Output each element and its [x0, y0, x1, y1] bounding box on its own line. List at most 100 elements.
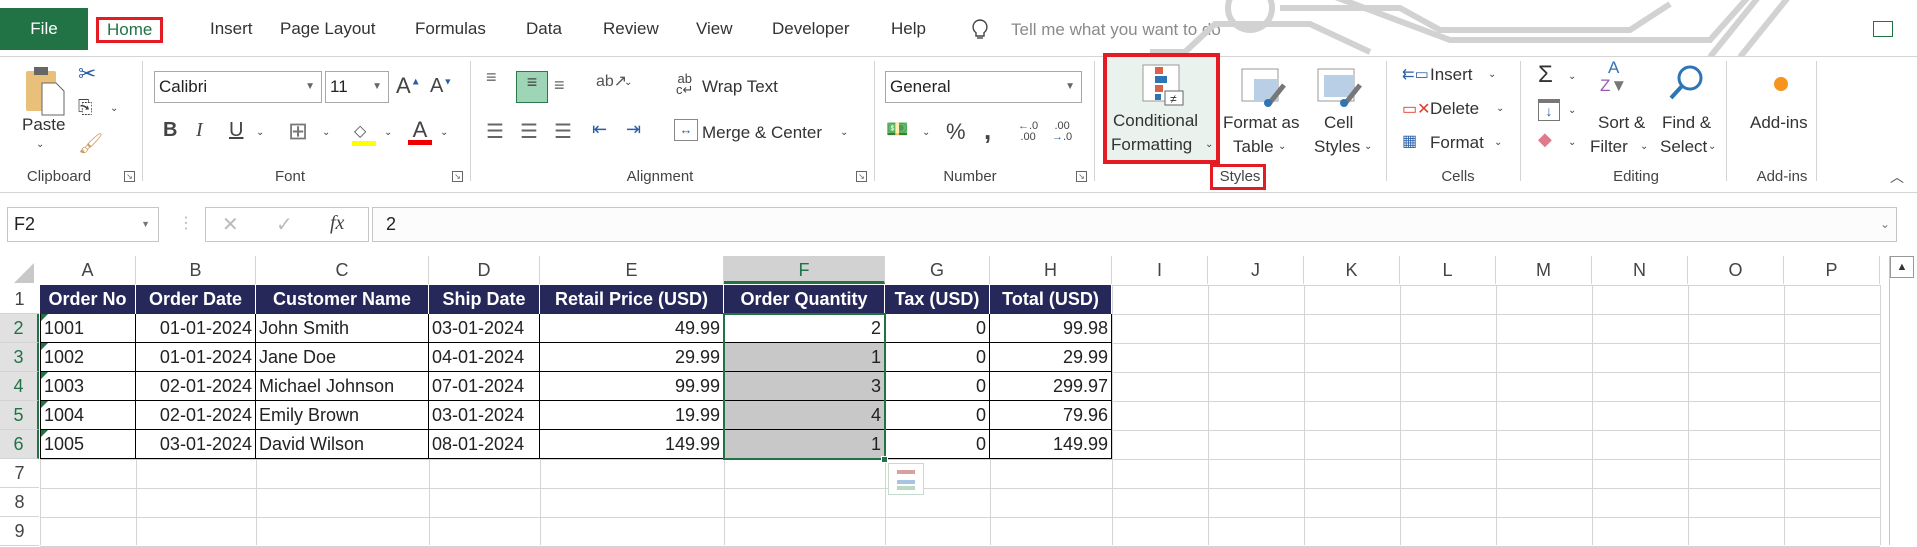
align-right-icon[interactable]: ☰ [554, 119, 572, 144]
table-cell[interactable]: 04-01-2024 [429, 343, 540, 372]
table-cell[interactable]: 01-01-2024 [136, 343, 256, 372]
tell-me-search[interactable]: Tell me what you want to do [1011, 20, 1221, 40]
table-cell[interactable]: 08-01-2024 [429, 430, 540, 459]
table-cell[interactable]: Emily Brown [256, 401, 429, 430]
percent-button[interactable]: % [946, 119, 966, 145]
scroll-up-icon[interactable]: ▲ [1890, 256, 1914, 278]
paste-button[interactable]: Paste [22, 115, 65, 135]
row-header-3[interactable]: 3 [0, 343, 39, 372]
formula-bar-grip-icon[interactable]: ⋮ [178, 213, 194, 233]
borders-icon[interactable]: ⊞ [288, 117, 308, 146]
clear-icon[interactable]: ◆ [1538, 129, 1552, 150]
italic-button[interactable]: I [196, 119, 203, 142]
tab-help[interactable]: Help [877, 8, 940, 50]
format-as-table-icon[interactable] [1240, 67, 1286, 107]
column-header-e[interactable]: E [540, 256, 724, 284]
insert-function-icon[interactable]: fx [330, 212, 344, 235]
fill-color-dropdown-icon[interactable]: ⌄ [384, 127, 392, 138]
column-header-j[interactable]: J [1208, 256, 1304, 284]
column-header-n[interactable]: N [1592, 256, 1688, 284]
wrap-text-button[interactable]: Wrap Text [702, 77, 778, 97]
formula-input[interactable]: 2 ⌄ [372, 207, 1897, 242]
cell-styles-dropdown-icon[interactable]: ⌄ [1364, 141, 1372, 152]
add-ins-icon[interactable] [1774, 77, 1788, 91]
vertical-scrollbar[interactable]: ▲ [1889, 256, 1915, 545]
clipboard-launcher-icon[interactable]: ↘ [124, 171, 135, 182]
find-select-dropdown-icon[interactable]: ⌄ [1708, 141, 1716, 152]
tab-data[interactable]: Data [512, 8, 576, 50]
expand-formula-bar-icon[interactable]: ⌄ [1880, 208, 1890, 241]
row-header-6[interactable]: 6 [0, 430, 39, 459]
decrease-font-size-icon[interactable]: A▼ [430, 75, 452, 98]
error-indicator-icon[interactable] [41, 314, 48, 321]
table-header-cell[interactable]: Order No [40, 285, 136, 314]
column-header-f[interactable]: F [724, 256, 885, 284]
wrap-text-icon[interactable]: ab c↵ [676, 72, 693, 96]
insert-cells-icon[interactable]: ⇇▭ [1402, 65, 1429, 83]
fill-icon[interactable]: ↓ [1538, 99, 1560, 121]
name-box[interactable]: F2 ▼ [7, 207, 159, 242]
table-header-cell[interactable]: Order Quantity [724, 285, 885, 314]
column-header-l[interactable]: L [1400, 256, 1496, 284]
copy-dropdown-icon[interactable]: ⌄ [110, 103, 118, 114]
row-header-1[interactable]: 1 [0, 285, 39, 314]
font-launcher-icon[interactable]: ↘ [452, 171, 463, 182]
sort-filter-dropdown-icon[interactable]: ⌄ [1640, 141, 1648, 152]
table-header-cell[interactable]: Ship Date [429, 285, 540, 314]
tab-developer[interactable]: Developer [758, 8, 864, 50]
find-select-icon[interactable] [1666, 63, 1706, 103]
row-header-7[interactable]: 7 [0, 459, 39, 488]
tab-file[interactable]: File [0, 8, 88, 50]
tab-page-layout[interactable]: Page Layout [266, 8, 389, 50]
find-select-label-2[interactable]: Select [1660, 137, 1707, 157]
table-cell[interactable]: 29.99 [990, 343, 1112, 372]
table-cell[interactable]: 0 [885, 401, 990, 430]
table-cell[interactable]: 79.96 [990, 401, 1112, 430]
select-all-button[interactable] [14, 263, 34, 283]
table-cell[interactable]: 99.98 [990, 314, 1112, 343]
table-cell[interactable]: 1004 [40, 401, 136, 430]
column-header-g[interactable]: G [885, 256, 990, 284]
accounting-format-icon[interactable]: 💵 [886, 119, 908, 140]
table-cell[interactable]: 0 [885, 430, 990, 459]
column-header-p[interactable]: P [1784, 256, 1880, 284]
table-cell[interactable]: 0 [885, 372, 990, 401]
table-cell[interactable]: 49.99 [540, 314, 724, 343]
table-header-cell[interactable]: Customer Name [256, 285, 429, 314]
error-indicator-icon[interactable] [41, 343, 48, 350]
increase-indent-icon[interactable]: ⇥ [626, 119, 641, 140]
autosum-icon[interactable]: Σ [1538, 61, 1553, 89]
format-cells-icon[interactable]: ▦ [1402, 131, 1417, 151]
column-header-c[interactable]: C [256, 256, 429, 284]
table-cell[interactable]: 1002 [40, 343, 136, 372]
table-cell[interactable]: 29.99 [540, 343, 724, 372]
table-cell[interactable]: Michael Johnson [256, 372, 429, 401]
paste-icon[interactable] [22, 65, 70, 117]
paste-dropdown-icon[interactable]: ⌄ [36, 139, 44, 150]
insert-button[interactable]: Insert [1430, 65, 1473, 85]
sort-filter-icon[interactable]: A Z▼ [1600, 59, 1627, 95]
table-header-cell[interactable]: Retail Price (USD) [540, 285, 724, 314]
table-cell[interactable]: 1005 [40, 430, 136, 459]
table-cell[interactable]: 02-01-2024 [136, 401, 256, 430]
merge-center-dropdown-icon[interactable]: ⌄ [840, 127, 848, 138]
cancel-icon[interactable]: ✕ [222, 212, 239, 237]
table-cell[interactable]: 99.99 [540, 372, 724, 401]
enter-icon[interactable]: ✓ [276, 212, 293, 237]
table-cell[interactable]: 0 [885, 314, 990, 343]
row-header-5[interactable]: 5 [0, 401, 39, 430]
cell-styles-label-2[interactable]: Styles [1314, 137, 1360, 157]
delete-dropdown-icon[interactable]: ⌄ [1496, 103, 1504, 114]
bold-button[interactable]: B [163, 119, 177, 142]
column-header-m[interactable]: M [1496, 256, 1592, 284]
font-color-icon[interactable]: A [408, 117, 432, 145]
comma-button[interactable]: , [984, 115, 991, 146]
table-cell[interactable]: 03-01-2024 [429, 314, 540, 343]
column-header-d[interactable]: D [429, 256, 540, 284]
number-format-select[interactable]: General ▼ [885, 71, 1082, 103]
row-header-2[interactable]: 2 [0, 314, 39, 343]
middle-align-icon[interactable]: ≡ [516, 71, 548, 103]
accounting-dropdown-icon[interactable]: ⌄ [922, 127, 930, 138]
error-indicator-icon[interactable] [41, 372, 48, 379]
collapse-ribbon-icon[interactable]: ︿ [1890, 167, 1904, 187]
